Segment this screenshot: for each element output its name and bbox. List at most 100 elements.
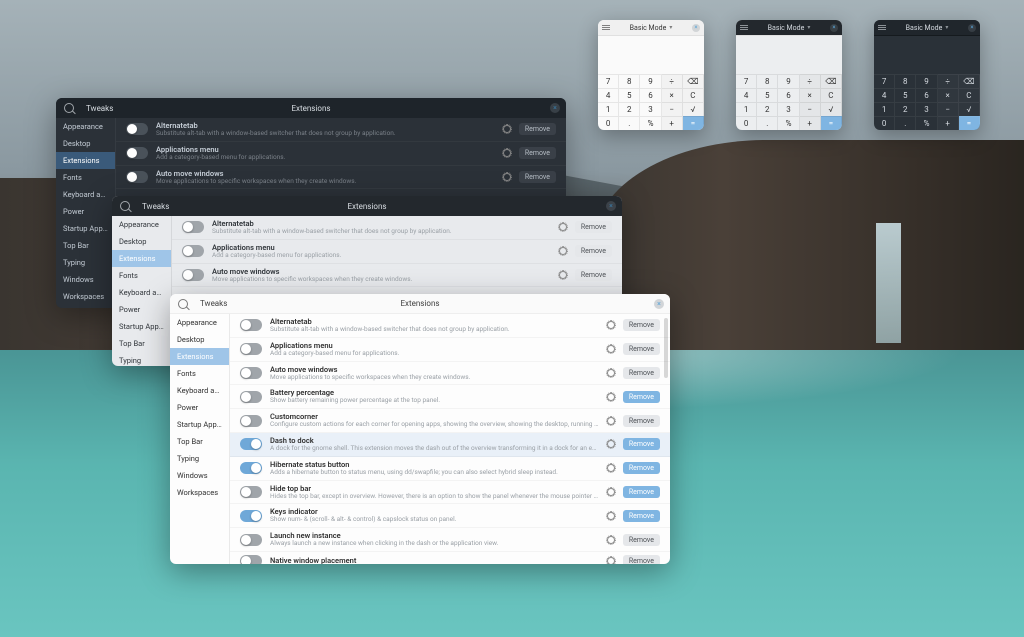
calc-key[interactable]: 5 <box>895 88 916 102</box>
calc-key[interactable]: − <box>938 102 959 116</box>
calc-equals[interactable]: = <box>821 116 842 130</box>
calc-key[interactable]: 7 <box>874 74 895 88</box>
calc-titlebar[interactable]: Basic Mode▾ × <box>598 20 704 36</box>
calc-display[interactable] <box>598 36 704 74</box>
gear-icon[interactable] <box>607 464 615 472</box>
calculator-window-light[interactable]: Basic Mode▾ × 789÷⌫456×C123−√0.%+= <box>598 20 704 130</box>
calc-key[interactable]: 9 <box>640 74 661 88</box>
calc-key[interactable]: √ <box>821 102 842 116</box>
calc-equals[interactable]: = <box>959 116 980 130</box>
toggle-switch[interactable] <box>126 147 148 159</box>
calc-key[interactable]: √ <box>959 102 980 116</box>
remove-button[interactable]: Remove <box>623 510 660 522</box>
calc-display[interactable] <box>736 36 842 74</box>
gear-icon[interactable] <box>503 149 511 157</box>
sidebar-item-power[interactable]: Power <box>112 301 171 318</box>
sidebar-item-workspaces[interactable]: Workspaces <box>170 484 229 501</box>
calc-mode-label[interactable]: Basic Mode <box>906 24 943 32</box>
remove-button[interactable]: Remove <box>623 367 660 379</box>
gear-icon[interactable] <box>503 173 511 181</box>
toggle-switch[interactable] <box>240 555 262 564</box>
calc-key[interactable]: ÷ <box>662 74 683 88</box>
calculator-window-dark[interactable]: Basic Mode▾ × 789÷⌫456×C123−√0.%+= <box>874 20 980 130</box>
remove-button[interactable]: Remove <box>623 486 660 498</box>
calc-key[interactable]: 6 <box>778 88 799 102</box>
calculator-window-grey[interactable]: Basic Mode▾ × 789÷⌫456×C123−√0.%+= <box>736 20 842 130</box>
sidebar-item-fonts[interactable]: Fonts <box>170 365 229 382</box>
calc-titlebar[interactable]: Basic Mode▾ × <box>874 20 980 36</box>
toggle-switch[interactable] <box>240 367 262 379</box>
gear-icon[interactable] <box>559 223 567 231</box>
calc-mode-label[interactable]: Basic Mode <box>630 24 667 32</box>
remove-button[interactable]: Remove <box>623 438 660 450</box>
titlebar[interactable]: Tweaks Extensions × <box>170 294 670 314</box>
toggle-switch[interactable] <box>240 510 262 522</box>
gear-icon[interactable] <box>607 488 615 496</box>
remove-button[interactable]: Remove <box>575 221 612 233</box>
sidebar-item-extensions[interactable]: Extensions <box>56 152 115 169</box>
calc-key[interactable]: C <box>959 88 980 102</box>
sidebar-item-appearance[interactable]: Appearance <box>112 216 171 233</box>
calc-key[interactable]: 2 <box>895 102 916 116</box>
calc-key[interactable]: 1 <box>874 102 895 116</box>
calc-key[interactable]: ⌫ <box>683 74 704 88</box>
calc-key[interactable]: 3 <box>640 102 661 116</box>
close-icon[interactable]: × <box>968 24 976 32</box>
toggle-switch[interactable] <box>240 343 262 355</box>
remove-button[interactable]: Remove <box>519 171 556 183</box>
calc-key[interactable]: % <box>916 116 937 130</box>
calc-key[interactable]: √ <box>683 102 704 116</box>
calc-key[interactable]: 8 <box>757 74 778 88</box>
calc-key[interactable]: + <box>800 116 821 130</box>
toggle-switch[interactable] <box>240 391 262 403</box>
sidebar-item-top-bar[interactable]: Top Bar <box>56 237 115 254</box>
remove-button[interactable]: Remove <box>623 555 660 564</box>
sidebar-item-appearance[interactable]: Appearance <box>56 118 115 135</box>
sidebar-item-fonts[interactable]: Fonts <box>112 267 171 284</box>
calc-key[interactable]: × <box>800 88 821 102</box>
toggle-switch[interactable] <box>182 221 204 233</box>
calc-key[interactable]: 9 <box>916 74 937 88</box>
sidebar-item-windows[interactable]: Windows <box>56 271 115 288</box>
sidebar-item-startup-applications[interactable]: Startup Applications <box>112 318 171 335</box>
gear-icon[interactable] <box>607 440 615 448</box>
gear-icon[interactable] <box>503 125 511 133</box>
calc-key[interactable]: 7 <box>736 74 757 88</box>
sidebar-item-desktop[interactable]: Desktop <box>56 135 115 152</box>
calc-key[interactable]: ÷ <box>938 74 959 88</box>
calc-key[interactable]: 4 <box>736 88 757 102</box>
remove-button[interactable]: Remove <box>519 123 556 135</box>
calc-key[interactable]: − <box>800 102 821 116</box>
calc-key[interactable]: + <box>938 116 959 130</box>
scrollbar[interactable] <box>664 318 668 378</box>
calc-key[interactable]: % <box>778 116 799 130</box>
calc-key[interactable]: 0 <box>874 116 895 130</box>
hamburger-icon[interactable] <box>602 25 610 31</box>
gear-icon[interactable] <box>607 393 615 401</box>
sidebar-item-keyboard-and-mouse[interactable]: Keyboard and Mouse <box>170 382 229 399</box>
close-icon[interactable]: × <box>550 103 560 113</box>
sidebar-item-typing[interactable]: Typing <box>112 352 171 366</box>
sidebar-item-top-bar[interactable]: Top Bar <box>112 335 171 352</box>
gear-icon[interactable] <box>607 536 615 544</box>
calc-key[interactable]: 8 <box>895 74 916 88</box>
calc-mode-label[interactable]: Basic Mode <box>768 24 805 32</box>
sidebar-item-extensions[interactable]: Extensions <box>170 348 229 365</box>
hamburger-icon[interactable] <box>740 25 748 31</box>
toggle-switch[interactable] <box>126 123 148 135</box>
toggle-switch[interactable] <box>126 171 148 183</box>
close-icon[interactable]: × <box>692 24 700 32</box>
remove-button[interactable]: Remove <box>519 147 556 159</box>
sidebar-item-power[interactable]: Power <box>56 203 115 220</box>
sidebar-item-desktop[interactable]: Desktop <box>112 233 171 250</box>
remove-button[interactable]: Remove <box>575 269 612 281</box>
calc-key[interactable]: C <box>683 88 704 102</box>
close-icon[interactable]: × <box>606 201 616 211</box>
calc-titlebar[interactable]: Basic Mode▾ × <box>736 20 842 36</box>
toggle-switch[interactable] <box>240 415 262 427</box>
calc-key[interactable]: 3 <box>916 102 937 116</box>
remove-button[interactable]: Remove <box>623 415 660 427</box>
toggle-switch[interactable] <box>240 319 262 331</box>
gear-icon[interactable] <box>559 271 567 279</box>
calc-key[interactable]: 5 <box>757 88 778 102</box>
